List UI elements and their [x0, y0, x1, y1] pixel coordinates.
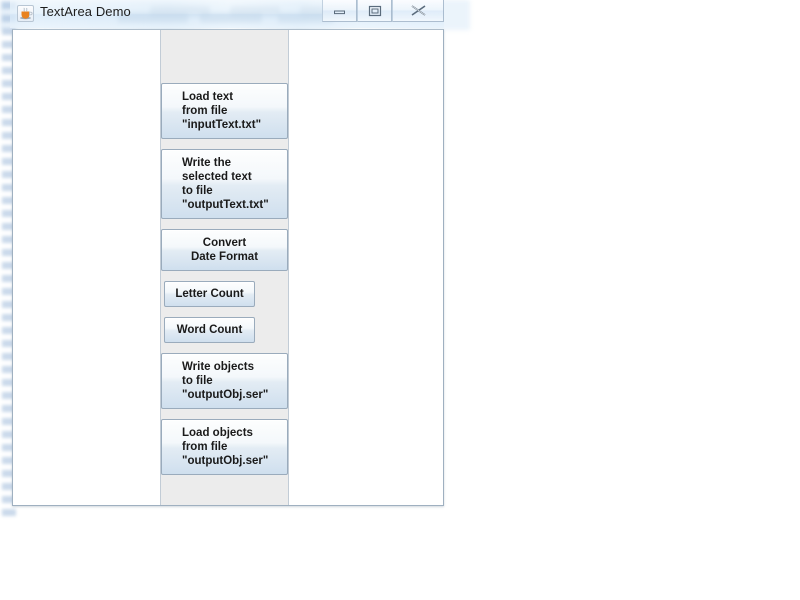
write-selected-text-to-file-button[interactable]: Write the selected text to file "outputT… — [161, 149, 288, 219]
load-text-from-file-button[interactable]: Load text from file "inputText.txt" — [161, 83, 288, 139]
convert-date-format-button[interactable]: Convert Date Format — [161, 229, 288, 271]
button-line: "outputText.txt" — [182, 199, 269, 211]
window-controls — [322, 0, 444, 24]
button-line: Date Format — [190, 251, 259, 263]
letter-count-button[interactable]: Letter Count — [164, 281, 255, 307]
button-line: to file — [182, 375, 213, 387]
button-line: Load objects — [182, 427, 253, 439]
button-line: Load text — [182, 91, 234, 103]
load-objects-from-file-button[interactable]: Load objects from file "outputObj.ser" — [161, 419, 288, 475]
button-panel: Load text from file "inputText.txt" Writ… — [161, 30, 288, 505]
button-line: Letter Count — [175, 288, 244, 300]
window-title: TextArea Demo — [40, 4, 131, 19]
write-objects-to-file-button[interactable]: Write objects to file "outputObj.ser" — [161, 353, 288, 409]
button-line: selected text — [182, 171, 252, 183]
button-line: "outputObj.ser" — [182, 389, 269, 401]
button-line: from file — [182, 105, 228, 117]
word-count-button[interactable]: Word Count — [164, 317, 255, 343]
minimize-button[interactable] — [322, 0, 357, 22]
title-bar[interactable]: TextArea Demo — [10, 0, 444, 28]
application-window: TextArea Demo Load text from file "input… — [10, 0, 444, 506]
content-panel: Load text from file "inputText.txt" Writ… — [13, 30, 443, 505]
button-line: "outputObj.ser" — [182, 455, 269, 467]
window-client-area: Load text from file "inputText.txt" Writ… — [12, 29, 444, 506]
left-textarea[interactable] — [13, 30, 161, 505]
button-line: Word Count — [176, 324, 243, 336]
button-line: from file — [182, 441, 228, 453]
close-button[interactable] — [392, 0, 444, 22]
button-line: Write the — [182, 157, 231, 169]
java-coffee-cup-icon — [17, 5, 34, 22]
button-line: Write objects — [182, 361, 254, 373]
button-line: to file — [182, 185, 213, 197]
button-line: "inputText.txt" — [182, 119, 262, 131]
right-textarea[interactable] — [288, 30, 443, 505]
button-line: Convert — [202, 237, 247, 249]
maximize-button[interactable] — [357, 0, 392, 22]
screen: TextArea Demo Load text from file "input… — [0, 0, 800, 600]
